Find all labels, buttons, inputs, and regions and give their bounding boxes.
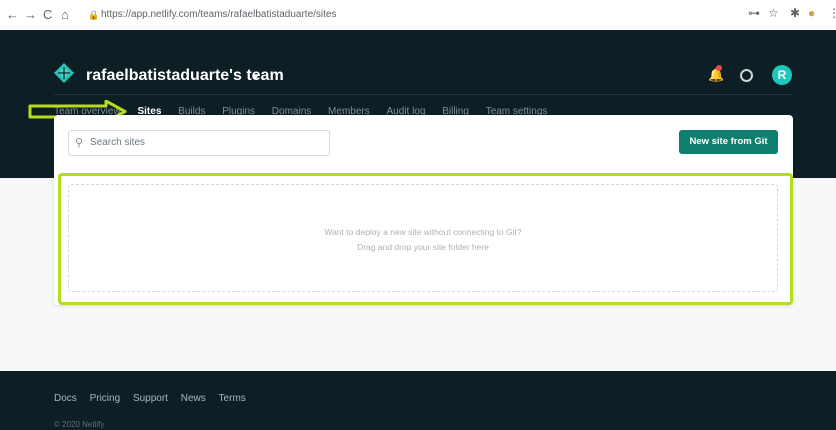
reload-icon[interactable]: C [43,7,52,22]
extensions-icon[interactable]: ✱ [790,6,800,20]
forward-icon[interactable]: → [24,7,37,22]
star-icon[interactable]: ☆ [768,6,779,20]
footer-links: Docs Pricing Support News Terms [54,393,256,404]
footer-link-docs[interactable]: Docs [54,393,77,404]
menu-icon[interactable]: ⋮ [828,6,836,20]
profile-icon[interactable]: ● [808,6,815,20]
browser-toolbar: ← → C ⌂ 🔒 https://app.netlify.com/teams/… [0,0,836,31]
lock-icon: 🔒 [88,10,100,20]
address-bar[interactable]: 🔒 https://app.netlify.com/teams/rafaelba… [84,5,724,25]
header-divider [54,94,792,95]
new-site-from-git-button[interactable]: New site from Git [679,130,778,154]
notification-dot [716,65,722,71]
site-footer: Docs Pricing Support News Terms © 2020 N… [0,371,836,430]
back-icon[interactable]: ← [6,7,19,22]
footer-link-terms[interactable]: Terms [219,393,246,404]
dropzone-prompt: Want to deploy a new site without connec… [324,227,522,237]
avatar[interactable]: R [772,65,792,85]
footer-link-support[interactable]: Support [133,393,168,404]
status-ring-icon[interactable] [740,69,753,82]
chevron-down-icon[interactable]: ▾ [253,70,259,83]
footer-link-news[interactable]: News [181,393,206,404]
home-icon[interactable]: ⌂ [61,7,69,22]
search-input[interactable]: ⚲ Search sites [68,130,330,156]
url-text: https://app.netlify.com/teams/rafaelbati… [101,9,337,20]
dropzone-instruction: Drag and drop your site folder here [357,242,489,252]
search-icon: ⚲ [75,137,84,149]
drag-drop-zone[interactable]: Want to deploy a new site without connec… [68,184,778,292]
footer-link-pricing[interactable]: Pricing [90,393,121,404]
search-placeholder: Search sites [90,137,146,148]
key-icon[interactable]: ⊶ [748,6,760,20]
copyright: © 2020 Netlify [54,420,105,429]
netlify-logo-icon[interactable] [54,63,74,83]
